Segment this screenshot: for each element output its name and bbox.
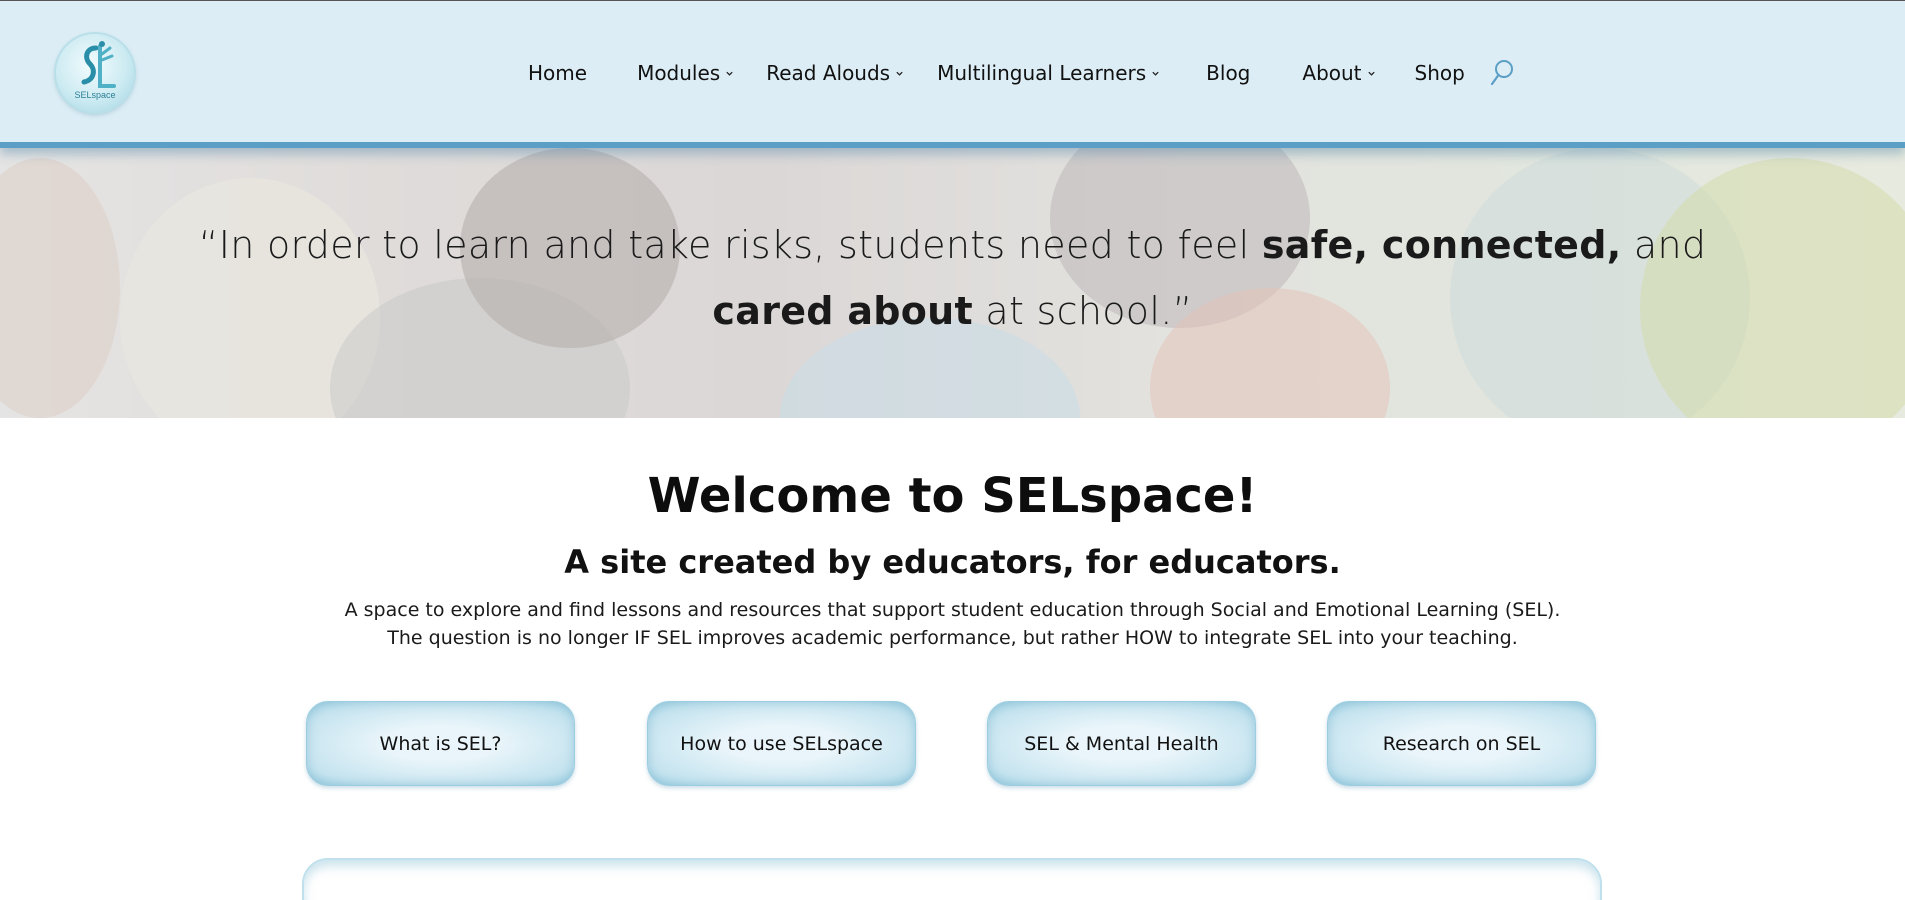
nav-item-modules[interactable]: Modules bbox=[637, 61, 734, 85]
site-logo[interactable]: SELspace bbox=[56, 34, 134, 112]
chevron-down-icon bbox=[896, 71, 903, 76]
research-on-sel-button[interactable]: Research on SEL bbox=[1327, 701, 1596, 786]
chevron-down-icon bbox=[1367, 71, 1375, 76]
nav-label[interactable]: Read Alouds bbox=[766, 61, 890, 85]
nav-item-home[interactable]: Home bbox=[528, 61, 587, 85]
nav-item-multilingual-learners[interactable]: Multilingual Learners bbox=[937, 61, 1160, 85]
quote-text: at school.” bbox=[973, 289, 1193, 333]
nav-label[interactable]: Modules bbox=[637, 61, 720, 85]
page-title: Welcome to SELspace! bbox=[647, 468, 1258, 524]
intro-line: The question is no longer IF SEL improve… bbox=[387, 627, 1518, 649]
search-icon[interactable] bbox=[1489, 59, 1515, 87]
nav-item-blog[interactable]: Blog bbox=[1206, 61, 1250, 85]
quote-emphasis: cared about bbox=[712, 289, 974, 333]
quote-text: and bbox=[1621, 223, 1707, 267]
content-card bbox=[302, 858, 1602, 900]
nav-label[interactable]: Multilingual Learners bbox=[937, 61, 1146, 85]
nav-item-about[interactable]: About bbox=[1302, 61, 1375, 85]
intro-text: A space to explore and find lessons and … bbox=[0, 596, 1905, 652]
nav-label[interactable]: Shop bbox=[1415, 61, 1465, 85]
hero-banner: “In order to learn and take risks, stude… bbox=[0, 148, 1905, 418]
page-subtitle: A site created by educators, for educato… bbox=[564, 543, 1341, 581]
what-is-sel-button[interactable]: What is SEL? bbox=[306, 701, 575, 786]
chevron-down-icon bbox=[1152, 71, 1159, 76]
nav-label[interactable]: Blog bbox=[1206, 61, 1250, 85]
hero-quote: “In order to learn and take risks, stude… bbox=[0, 212, 1905, 344]
nav-item-read-alouds[interactable]: Read Alouds bbox=[766, 61, 904, 85]
nav-label[interactable]: About bbox=[1302, 61, 1361, 85]
page: SELspace Home Modules Read Alouds Multil… bbox=[0, 0, 1905, 900]
main-nav: Home Modules Read Alouds Multilingual Le… bbox=[528, 57, 1515, 89]
chevron-down-icon bbox=[726, 71, 733, 76]
nav-item-shop[interactable]: Shop bbox=[1415, 61, 1465, 85]
logo-text: SELspace bbox=[74, 90, 115, 100]
quote-emphasis: safe, connected, bbox=[1261, 223, 1622, 267]
quote-text: “In order to learn and take risks, stude… bbox=[198, 223, 1262, 267]
site-header: SELspace Home Modules Read Alouds Multil… bbox=[0, 0, 1905, 148]
logo-icon: SELspace bbox=[74, 41, 116, 100]
intro-line: A space to explore and find lessons and … bbox=[344, 599, 1561, 621]
sel-mental-health-button[interactable]: SEL & Mental Health bbox=[987, 701, 1256, 786]
how-to-use-button[interactable]: How to use SELspace bbox=[647, 701, 916, 786]
nav-label[interactable]: Home bbox=[528, 61, 587, 85]
